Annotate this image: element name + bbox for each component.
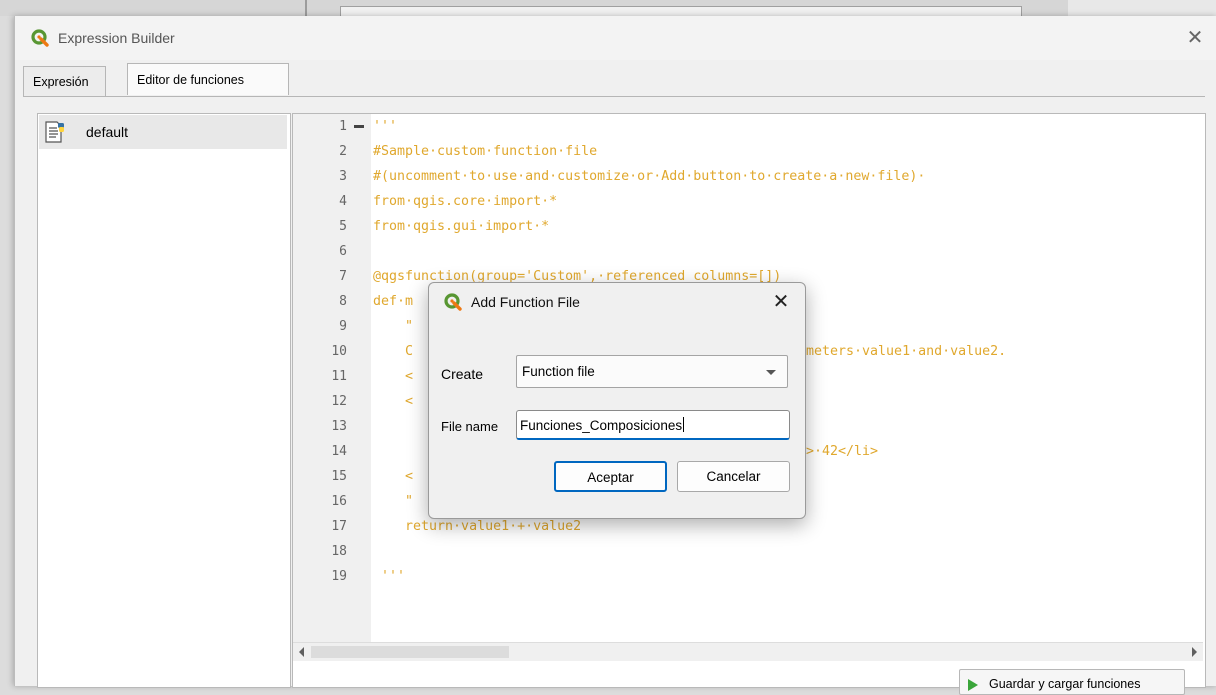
line-number: 11 — [331, 369, 347, 384]
line-number-gutter: 1 2 3 4 5 6 7 8 9 10 11 12 13 14 15 16 1… — [293, 114, 371, 642]
qgis-logo-icon — [31, 29, 49, 47]
code-line-fragment: meters·value1·and·value2. — [806, 344, 1007, 359]
line-number: 8 — [339, 294, 347, 309]
function-file-list[interactable]: default — [37, 113, 291, 688]
window-close-button[interactable]: ✕ — [1181, 24, 1209, 52]
title-bar: Expression Builder ✕ — [15, 16, 1216, 60]
line-number: 18 — [331, 544, 347, 559]
code-line: < — [373, 394, 414, 409]
code-line: < — [373, 469, 414, 484]
line-number: 15 — [331, 469, 347, 484]
line-number: 10 — [331, 344, 347, 359]
line-number: 13 — [331, 419, 347, 434]
horizontal-scrollbar[interactable] — [293, 642, 1203, 661]
line-number: 3 — [339, 169, 347, 184]
file-name-label: File name — [441, 419, 499, 434]
code-line: ''' — [373, 569, 406, 584]
scroll-left-icon[interactable] — [299, 647, 304, 657]
line-number: 17 — [331, 519, 347, 534]
line-number: 12 — [331, 394, 347, 409]
code-line: ''' — [373, 119, 398, 134]
file-list-item[interactable]: default — [39, 115, 287, 149]
line-number: 16 — [331, 494, 347, 509]
code-line: def·m — [373, 294, 414, 309]
fold-marker-icon[interactable] — [354, 125, 364, 128]
create-type-select[interactable]: Function file — [516, 355, 788, 388]
line-number: 19 — [331, 569, 347, 584]
file-name-input[interactable]: Funciones_Composiciones — [516, 410, 790, 440]
create-label: Create — [441, 366, 484, 382]
scrollbar-thumb[interactable] — [311, 646, 509, 658]
line-number: 4 — [339, 194, 347, 209]
file-list-item-label: default — [86, 124, 129, 140]
add-function-file-dialog: Add Function File ✕ Create Function file… — [428, 282, 806, 519]
code-line: < — [373, 369, 414, 384]
line-number: 7 — [339, 269, 347, 284]
accept-button[interactable]: Aceptar — [554, 461, 667, 492]
line-number: 14 — [331, 444, 347, 459]
background-divider — [305, 0, 307, 16]
code-line: from·qgis.gui·import·* — [373, 219, 550, 234]
tab-editor-de-funciones[interactable]: Editor de funciones — [127, 63, 289, 95]
text-cursor — [683, 417, 685, 432]
background-panel — [1068, 0, 1216, 16]
tab-divider — [23, 96, 1205, 97]
line-number: 2 — [339, 144, 347, 159]
background-window — [0, 0, 1216, 17]
play-icon — [968, 679, 978, 691]
code-line: #(uncomment·to·use·and·customize·or·Add·… — [373, 169, 926, 184]
line-number: 1 — [339, 119, 347, 134]
window-title: Expression Builder — [58, 30, 175, 46]
code-line: " — [373, 319, 414, 334]
code-line: #Sample·custom·function·file — [373, 144, 598, 159]
create-type-value: Function file — [522, 364, 595, 379]
dialog-close-button[interactable]: ✕ — [767, 288, 795, 316]
file-name-value: Funciones_Composiciones — [520, 417, 685, 433]
tab-expresion[interactable]: Expresión — [23, 66, 106, 97]
save-button-label: Guardar y cargar funciones — [989, 677, 1141, 691]
python-file-icon — [45, 121, 64, 143]
file-name-text: Funciones_Composiciones — [520, 418, 683, 433]
chevron-down-icon — [766, 370, 776, 375]
code-line: " — [373, 494, 414, 509]
code-line: C — [373, 344, 414, 359]
code-line-fragment: >·42</li> — [806, 444, 879, 459]
save-and-load-functions-button[interactable]: Guardar y cargar funciones — [959, 669, 1185, 695]
line-number: 9 — [339, 319, 347, 334]
line-number: 5 — [339, 219, 347, 234]
line-number: 6 — [339, 244, 347, 259]
cancel-button[interactable]: Cancelar — [677, 461, 790, 492]
dialog-title: Add Function File — [471, 294, 580, 310]
code-line: from·qgis.core·import·* — [373, 194, 558, 209]
qgis-logo-icon — [444, 293, 462, 311]
scroll-right-icon[interactable] — [1192, 647, 1197, 657]
